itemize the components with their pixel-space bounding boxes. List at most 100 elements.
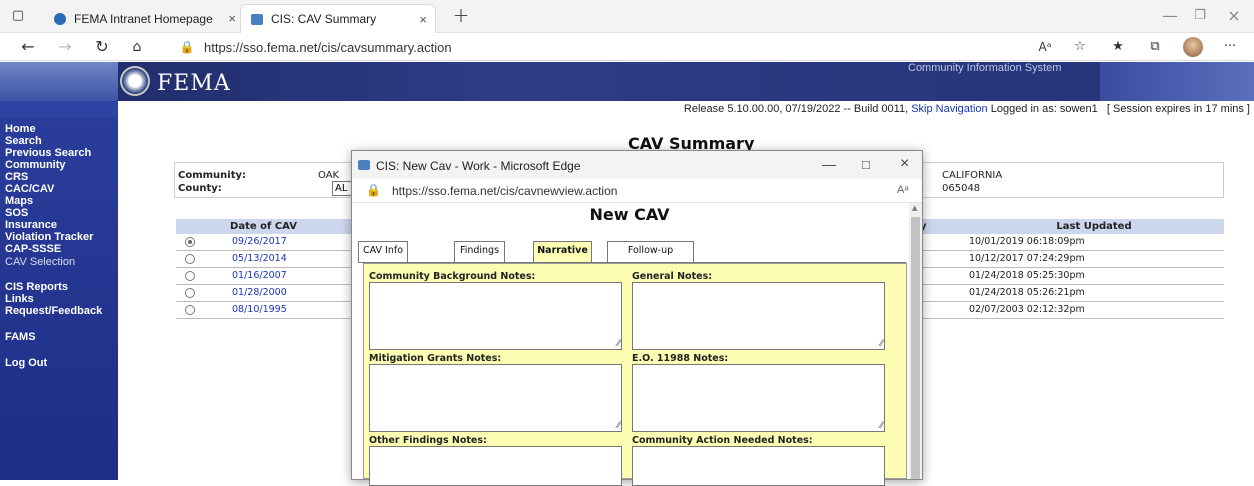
cid-value: 065048 bbox=[942, 183, 981, 194]
resize-grip-icon[interactable]: ⁄⁄ bbox=[617, 421, 620, 431]
cav-date-link[interactable]: 01/16/2007 bbox=[232, 270, 287, 281]
read-aloud-icon[interactable]: Aᵃ bbox=[1035, 37, 1055, 57]
sidebar-item-home[interactable]: Home bbox=[5, 123, 36, 135]
sidebar-item-crs[interactable]: CRS bbox=[5, 171, 28, 183]
sidebar-item-insurance[interactable]: Insurance bbox=[5, 219, 57, 231]
popup-scrollbar[interactable]: ▲ bbox=[909, 203, 922, 479]
sidebar-item-previous-search[interactable]: Previous Search bbox=[5, 147, 91, 159]
restore-icon[interactable]: ❐ bbox=[1190, 6, 1210, 26]
new-tab-icon[interactable]: + bbox=[451, 5, 471, 25]
sidebar-item-links[interactable]: Links bbox=[5, 293, 34, 305]
sidebar-item-log-out[interactable]: Log Out bbox=[5, 357, 47, 369]
resize-grip-icon[interactable]: ⁄⁄ bbox=[880, 421, 883, 431]
cav-date-link[interactable]: 08/10/1995 bbox=[232, 304, 287, 315]
popup-title-bar: CIS: New Cav - Work - Microsoft Edge — □… bbox=[352, 151, 922, 179]
favorite-add-icon[interactable]: ☆ bbox=[1070, 37, 1090, 57]
row-radio[interactable] bbox=[185, 237, 195, 247]
tab-label: CIS: CAV Summary bbox=[271, 12, 377, 26]
sidebar-item-cap-ssse[interactable]: CAP-SSSE bbox=[5, 243, 61, 255]
county-select[interactable]: AL bbox=[332, 181, 352, 196]
scroll-thumb[interactable] bbox=[911, 217, 920, 479]
col-last-updated: Last Updated bbox=[964, 219, 1224, 234]
last-updated: 02/07/2003 02:12:32pm bbox=[969, 304, 1085, 315]
more-icon[interactable]: ··· bbox=[1220, 37, 1240, 57]
tab-follow-up[interactable]: Follow-up bbox=[607, 241, 694, 263]
sidebar-item-request-feedback[interactable]: Request/Feedback bbox=[5, 305, 102, 317]
last-updated: 10/01/2019 06:18:09pm bbox=[969, 236, 1085, 247]
home-icon[interactable]: ⌂ bbox=[127, 37, 147, 57]
sidebar-item-cav-selection[interactable]: CAV Selection bbox=[5, 256, 75, 268]
row-radio[interactable] bbox=[185, 254, 195, 264]
general-notes-textarea[interactable]: ⁄⁄ bbox=[632, 282, 885, 350]
mitigation-grants-textarea[interactable]: ⁄⁄ bbox=[369, 364, 622, 432]
last-updated: 01/24/2018 05:26:21pm bbox=[969, 287, 1085, 298]
profile-avatar[interactable] bbox=[1183, 37, 1203, 57]
row-radio[interactable] bbox=[185, 288, 195, 298]
community-action-label: Community Action Needed Notes: bbox=[632, 435, 813, 446]
fema-logo: FEMA bbox=[157, 71, 231, 96]
address-bar: ← → ↻ ⌂ 🔒 https://sso.fema.net/cis/cavsu… bbox=[0, 33, 1254, 61]
close-window-icon[interactable]: × bbox=[1224, 6, 1244, 26]
banner-left-image bbox=[0, 62, 118, 101]
other-findings-textarea[interactable] bbox=[369, 446, 622, 486]
popup-minimize-icon[interactable]: — bbox=[822, 156, 836, 172]
sidebar-item-sos[interactable]: SOS bbox=[5, 207, 28, 219]
browser-tab-bar: ▢ FEMA Intranet Homepage × CIS: CAV Summ… bbox=[0, 0, 1254, 33]
skip-navigation-link[interactable]: Skip Navigation bbox=[911, 103, 987, 115]
refresh-icon[interactable]: ↻ bbox=[92, 37, 112, 57]
read-aloud-icon[interactable]: Aᵃ bbox=[897, 184, 908, 196]
tab-fema-intranet[interactable]: FEMA Intranet Homepage × bbox=[46, 4, 242, 33]
state-value: CALIFORNIA bbox=[942, 170, 1003, 181]
eo-11988-textarea[interactable]: ⁄⁄ bbox=[632, 364, 885, 432]
tab-findings[interactable]: Findings bbox=[454, 241, 505, 263]
popup-close-icon[interactable]: × bbox=[900, 155, 909, 173]
collections-icon[interactable]: ⧉ bbox=[1145, 37, 1165, 57]
community-background-label: Community Background Notes: bbox=[369, 271, 536, 282]
banner-right-image bbox=[1100, 62, 1254, 101]
sidebar-item-community[interactable]: Community bbox=[5, 159, 66, 171]
lock-icon[interactable]: 🔒 bbox=[366, 183, 381, 197]
cav-date-link[interactable]: 01/28/2000 bbox=[232, 287, 287, 298]
sidebar-item-search[interactable]: Search bbox=[5, 135, 42, 147]
popup-url[interactable]: https://sso.fema.net/cis/cavnewview.acti… bbox=[392, 184, 617, 198]
forward-icon[interactable]: → bbox=[55, 37, 75, 57]
close-tab-icon[interactable]: × bbox=[419, 12, 427, 27]
sidebar-item-fams[interactable]: FAMS bbox=[5, 331, 36, 343]
cav-date-link[interactable]: 05/13/2014 bbox=[232, 253, 287, 264]
row-radio[interactable] bbox=[185, 305, 195, 315]
resize-grip-icon[interactable]: ⁄⁄ bbox=[617, 339, 620, 349]
minimize-icon[interactable]: — bbox=[1160, 6, 1180, 26]
county-label: County: bbox=[178, 183, 222, 194]
release-info: Release 5.10.00.00, 07/19/2022 -- Build … bbox=[118, 101, 1254, 117]
community-background-textarea[interactable]: ⁄⁄ bbox=[369, 282, 622, 350]
close-tab-icon[interactable]: × bbox=[228, 11, 236, 26]
community-action-textarea[interactable] bbox=[632, 446, 885, 486]
scroll-up-icon[interactable]: ▲ bbox=[912, 204, 917, 212]
col-date-of-cav: Date of CAV bbox=[176, 219, 351, 234]
popup-window-title: CIS: New Cav - Work - Microsoft Edge bbox=[376, 159, 581, 173]
narrative-notes-panel: Community Background Notes: General Note… bbox=[363, 263, 907, 486]
popup-maximize-icon[interactable]: □ bbox=[862, 157, 870, 172]
sidebar-item-violation-tracker[interactable]: Violation Tracker bbox=[5, 231, 93, 243]
cav-tabs: CAV Info Findings Narrative Follow-up bbox=[358, 241, 906, 267]
tab-label: FEMA Intranet Homepage bbox=[74, 11, 213, 26]
favorites-icon[interactable]: ★ bbox=[1108, 37, 1128, 57]
fema-banner: FEMA Community Information System bbox=[0, 62, 1254, 101]
logged-in-text: Logged in as: sowen1 bbox=[990, 103, 1098, 115]
tab-actions-icon[interactable]: ▢ bbox=[8, 6, 28, 26]
popup-address-bar: 🔒 https://sso.fema.net/cis/cavnewview.ac… bbox=[352, 179, 922, 203]
sidebar-item-maps[interactable]: Maps bbox=[5, 195, 33, 207]
tab-cav-info[interactable]: CAV Info bbox=[358, 241, 408, 263]
fema-favicon-icon bbox=[54, 12, 66, 25]
sidebar-item-cac-cav[interactable]: CAC/CAV bbox=[5, 183, 54, 195]
lock-icon[interactable]: 🔒 bbox=[177, 37, 197, 57]
cav-date-link[interactable]: 09/26/2017 bbox=[232, 236, 287, 247]
back-icon[interactable]: ← bbox=[18, 37, 38, 57]
sidebar-item-cis-reports[interactable]: CIS Reports bbox=[5, 281, 68, 293]
popup-body: New CAV CAV Info Findings Narrative Foll… bbox=[352, 203, 922, 486]
new-cav-popup-window: CIS: New Cav - Work - Microsoft Edge — □… bbox=[351, 150, 923, 486]
tab-cav-summary[interactable]: CIS: CAV Summary × bbox=[240, 4, 436, 33]
url-field[interactable]: https://sso.fema.net/cis/cavsummary.acti… bbox=[204, 40, 452, 55]
row-radio[interactable] bbox=[185, 271, 195, 281]
resize-grip-icon[interactable]: ⁄⁄ bbox=[880, 339, 883, 349]
